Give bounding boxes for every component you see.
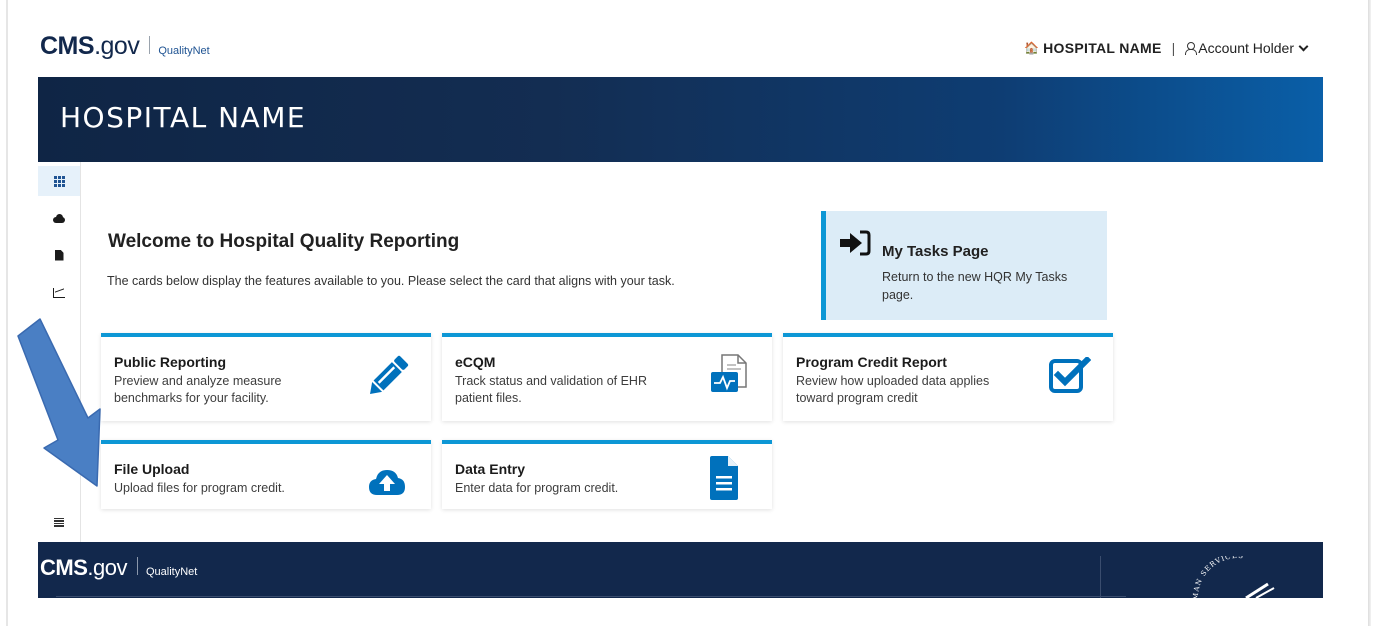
card-description: Review how uploaded data applies toward … xyxy=(796,374,990,405)
document-icon xyxy=(710,456,738,500)
footer-divider xyxy=(1100,556,1101,598)
account-menu[interactable]: Account Holder xyxy=(1198,40,1294,56)
card-title: Program Credit Report xyxy=(796,354,947,370)
logo-cms-text: CMS xyxy=(40,555,88,580)
card-program-credit-report[interactable]: Program Credit Report Review how uploade… xyxy=(783,333,1113,421)
card-ecqm[interactable]: eCQM Track status and validation of EHR … xyxy=(442,333,772,421)
annotation-arrow xyxy=(17,318,101,487)
card-public-reporting[interactable]: Public Reporting Preview and analyze mea… xyxy=(101,333,431,421)
chevron-down-icon[interactable] xyxy=(1298,41,1309,51)
checkbox-icon xyxy=(1049,357,1091,393)
sidebar-collapse-button[interactable] xyxy=(38,507,80,537)
card-title: eCQM xyxy=(455,354,496,370)
qualitynet-label: QualityNet xyxy=(158,45,210,57)
footer-cms-logo[interactable]: CMS .gov QualityNet xyxy=(40,555,197,581)
logo-gov-text: .gov xyxy=(87,555,127,580)
card-description: Enter data for program credit. xyxy=(455,481,619,495)
my-tasks-description: Return to the new HQR My Tasks page. xyxy=(882,270,1068,302)
user-menu-area: 🏠 HOSPITAL NAME | Account Holder xyxy=(1024,40,1309,56)
ehr-file-icon xyxy=(711,354,747,392)
user-icon xyxy=(1185,42,1198,55)
card-description: Track status and validation of EHR patie… xyxy=(455,374,647,405)
svg-text:MAN SERVICES: MAN SERVICES xyxy=(1192,556,1245,598)
footer-rule xyxy=(56,596,1126,597)
frame-edge xyxy=(1368,0,1371,626)
qualitynet-label: QualityNet xyxy=(145,566,198,578)
card-title: Data Entry xyxy=(455,461,526,477)
pencil-icon xyxy=(370,355,409,394)
header-divider: | xyxy=(1171,40,1176,56)
hhs-seal-icon: MAN SERVICES xyxy=(1192,556,1275,598)
card-data-entry[interactable]: Data Entry Enter data for program credit… xyxy=(442,440,772,509)
card-description: Upload files for program credit. xyxy=(114,481,285,495)
sign-in-icon xyxy=(840,230,871,256)
my-tasks-title: My Tasks Page xyxy=(882,243,989,260)
hero-banner: HOSPITAL NAME xyxy=(38,77,1323,162)
logo-divider xyxy=(149,36,151,54)
cloud-upload-icon xyxy=(369,470,405,495)
card-description: Preview and analyze measure benchmarks f… xyxy=(114,374,282,405)
card-file-upload[interactable]: File Upload Upload files for program cre… xyxy=(101,440,431,509)
seal-text: MAN SERVICES xyxy=(1192,556,1244,598)
outdent-icon xyxy=(54,517,64,527)
welcome-heading: Welcome to Hospital Quality Reporting xyxy=(108,231,460,252)
footer: CMS .gov QualityNet MAN SERVICES xyxy=(38,542,1323,598)
welcome-description: The cards below display the features ava… xyxy=(107,274,675,288)
my-tasks-callout[interactable]: My Tasks Page Return to the new HQR My T… xyxy=(821,211,1107,320)
top-header: CMS .gov QualityNet 🏠 HOSPITAL NAME | Ac… xyxy=(38,28,1323,68)
hospital-selector[interactable]: HOSPITAL NAME xyxy=(1043,40,1162,56)
home-icon: 🏠 xyxy=(1024,41,1040,55)
logo-divider xyxy=(136,557,138,575)
page: CMS .gov QualityNet 🏠 HOSPITAL NAME | Ac… xyxy=(0,0,1394,626)
